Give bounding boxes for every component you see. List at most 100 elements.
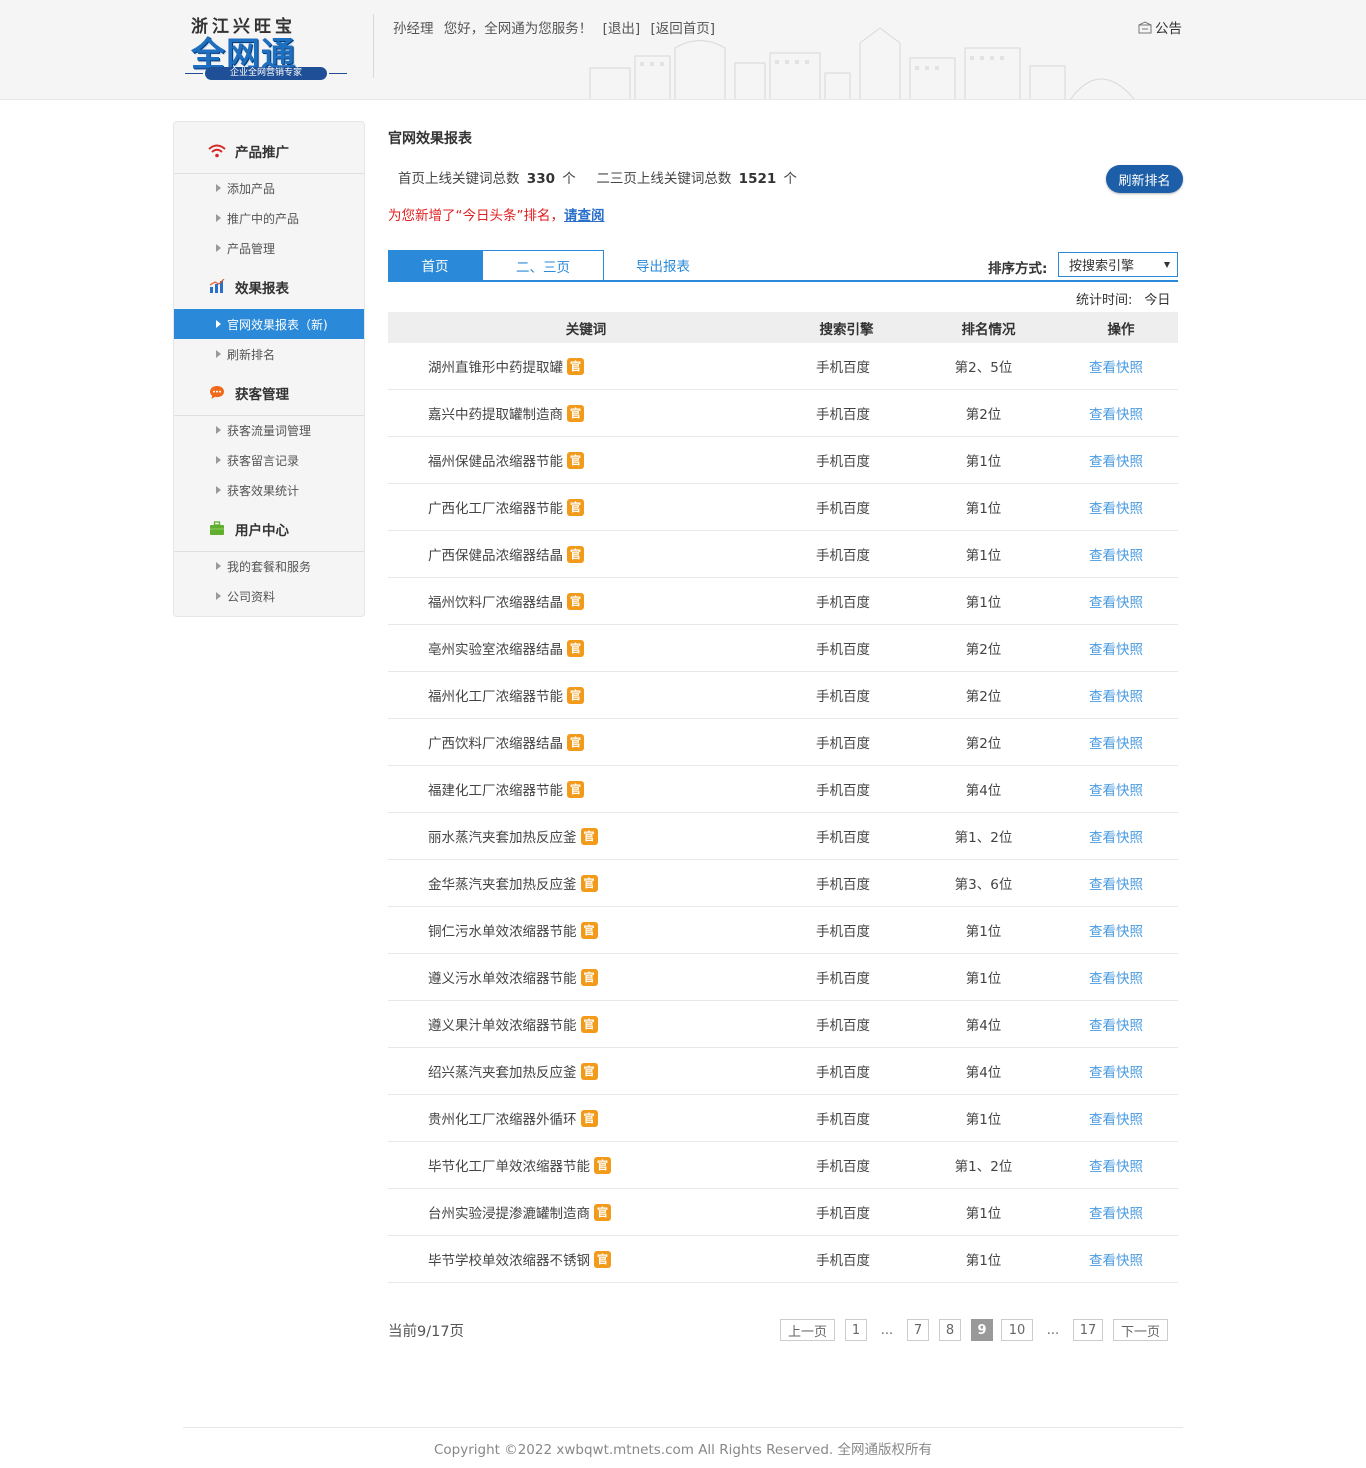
official-badge-icon: 官 <box>567 686 584 704</box>
briefcase-icon <box>207 519 227 539</box>
view-snapshot-link[interactable]: 查看快照 <box>1051 390 1181 436</box>
sidebar-item-add-product[interactable]: 添加产品 <box>174 173 364 203</box>
stat-time-label: 统计时间: <box>1076 293 1133 308</box>
sidebar-item-company-info[interactable]: 公司资料 <box>174 581 364 611</box>
keyword-cell: 嘉兴中药提取罐制造商官 <box>428 390 584 436</box>
sidebar-item-label: 获客留言记录 <box>227 453 300 468</box>
page-button-7[interactable]: 7 <box>907 1319 929 1341</box>
home-link[interactable]: [返回首页] <box>650 21 715 37</box>
keyword-stats: 首页上线关键词总数 330 个 二三页上线关键词总数 1521 个 <box>398 167 797 187</box>
page-button-8[interactable]: 8 <box>939 1319 961 1341</box>
sidebar-item-label: 公司资料 <box>227 589 276 604</box>
keyword-text: 福建化工厂浓缩器节能 <box>428 783 563 799</box>
chart-icon <box>207 277 227 297</box>
keyword-cell: 广西保健品浓缩器结晶官 <box>428 531 584 577</box>
official-badge-icon: 官 <box>580 827 598 845</box>
official-badge-icon: 官 <box>580 921 598 939</box>
view-snapshot-link[interactable]: 查看快照 <box>1051 531 1181 577</box>
keyword-cell: 毕节学校单效浓缩器不锈钢官 <box>428 1236 611 1282</box>
city-skyline-image <box>589 28 1135 99</box>
engine-cell: 手机百度 <box>816 1112 870 1128</box>
sidebar-item-promoting-products[interactable]: 推广中的产品 <box>174 203 364 233</box>
sort-select[interactable]: 按搜索引擎 <box>1058 252 1178 277</box>
view-snapshot-link[interactable]: 查看快照 <box>1051 813 1181 859</box>
rank-cell: 第1位 <box>965 1112 1002 1128</box>
keyword-text: 广西饮料厂浓缩器结晶 <box>428 736 563 752</box>
official-badge-icon: 官 <box>567 545 584 563</box>
footer-divider <box>183 1427 1183 1428</box>
keyword-text: 福州饮料厂浓缩器结晶 <box>428 595 563 611</box>
keyword-cell: 丽水蒸汽夹套加热反应釜官 <box>428 813 598 859</box>
official-badge-icon: 官 <box>567 498 584 516</box>
header-engine: 搜索引擎 <box>819 321 874 338</box>
sidebar-item-packages[interactable]: 我的套餐和服务 <box>174 551 364 581</box>
page-button-current[interactable]: 9 <box>971 1319 993 1341</box>
view-snapshot-link[interactable]: 查看快照 <box>1051 1189 1181 1235</box>
sidebar-item-messages[interactable]: 获客留言记录 <box>174 445 364 475</box>
view-snapshot-link[interactable]: 查看快照 <box>1051 1001 1181 1047</box>
export-report-link[interactable]: 导出报表 <box>618 250 708 280</box>
engine-cell: 手机百度 <box>816 548 870 564</box>
tab-first-page[interactable]: 首页 <box>388 250 482 280</box>
rank-cell: 第2、5位 <box>954 360 1013 376</box>
view-snapshot-link[interactable]: 查看快照 <box>1051 1236 1181 1282</box>
view-snapshot-link[interactable]: 查看快照 <box>1051 343 1181 389</box>
sidebar-item-label: 获客流量词管理 <box>227 423 312 438</box>
table-row: 福州化工厂浓缩器节能官 手机百度 第2位 查看快照 <box>388 672 1178 719</box>
sidebar-item-traffic-keywords[interactable]: 获客流量词管理 <box>174 415 364 445</box>
official-badge-icon: 官 <box>567 592 584 610</box>
rank-cell: 第4位 <box>965 1018 1002 1034</box>
engine-cell: 手机百度 <box>816 736 870 752</box>
view-snapshot-link[interactable]: 查看快照 <box>1051 766 1181 812</box>
view-notice-link[interactable]: 请查阅 <box>564 208 605 224</box>
view-snapshot-link[interactable]: 查看快照 <box>1051 484 1181 530</box>
sidebar-section-customers: 获客管理 <box>174 370 364 416</box>
header-keyword: 关键词 <box>565 321 607 338</box>
keyword-cell: 遵义果汁单效浓缩器节能官 <box>428 1001 598 1047</box>
official-badge-icon: 官 <box>567 404 584 422</box>
page-button-1[interactable]: 1 <box>845 1319 867 1341</box>
page-button-10[interactable]: 10 <box>1001 1319 1033 1341</box>
table-row: 嘉兴中药提取罐制造商官 手机百度 第2位 查看快照 <box>388 390 1178 437</box>
view-snapshot-link[interactable]: 查看快照 <box>1051 578 1181 624</box>
notice-link[interactable]: 公告 <box>1138 17 1182 37</box>
sidebar-section-label: 产品推广 <box>235 144 289 161</box>
keyword-text: 遵义果汁单效浓缩器节能 <box>428 1018 577 1034</box>
official-badge-icon: 官 <box>580 1062 598 1080</box>
keyword-cell: 金华蒸汽夹套加热反应釜官 <box>428 860 598 906</box>
logo[interactable]: 浙江兴旺宝 全网通 企业全网营销专家 <box>183 10 353 82</box>
view-snapshot-link[interactable]: 查看快照 <box>1051 860 1181 906</box>
official-badge-icon: 官 <box>594 1156 611 1174</box>
view-snapshot-link[interactable]: 查看快照 <box>1051 1142 1181 1188</box>
sidebar-item-product-management[interactable]: 产品管理 <box>174 233 364 263</box>
view-snapshot-link[interactable]: 查看快照 <box>1051 719 1181 765</box>
rank-cell: 第1位 <box>965 548 1002 564</box>
first-page-count: 330 <box>526 171 555 187</box>
view-snapshot-link[interactable]: 查看快照 <box>1051 907 1181 953</box>
logout-link[interactable]: [退出] <box>603 21 641 37</box>
view-snapshot-link[interactable]: 查看快照 <box>1051 437 1181 483</box>
keyword-cell: 湖州直锥形中药提取罐官 <box>428 343 584 389</box>
header-rank: 排名情况 <box>961 321 1016 338</box>
view-snapshot-link[interactable]: 查看快照 <box>1051 625 1181 671</box>
keyword-cell: 毕节化工厂单效浓缩器节能官 <box>428 1142 611 1188</box>
next-page-button[interactable]: 下一页 <box>1113 1319 1168 1341</box>
tab-pages-2-3[interactable]: 二、三页 <box>482 250 604 280</box>
sidebar-section-reports: 效果报表 <box>174 264 364 310</box>
sidebar-item-effect-stats[interactable]: 获客效果统计 <box>174 475 364 505</box>
keyword-cell: 绍兴蒸汽夹套加热反应釜官 <box>428 1048 598 1094</box>
view-snapshot-link[interactable]: 查看快照 <box>1051 672 1181 718</box>
table-row: 广西化工厂浓缩器节能官 手机百度 第1位 查看快照 <box>388 484 1178 531</box>
page-button-17[interactable]: 17 <box>1073 1319 1103 1341</box>
view-snapshot-link[interactable]: 查看快照 <box>1051 1048 1181 1094</box>
official-badge-icon: 官 <box>580 1109 598 1127</box>
prev-page-button[interactable]: 上一页 <box>780 1319 835 1341</box>
refresh-rank-button[interactable]: 刷新排名 <box>1106 165 1183 193</box>
view-snapshot-link[interactable]: 查看快照 <box>1051 1095 1181 1141</box>
view-snapshot-link[interactable]: 查看快照 <box>1051 954 1181 1000</box>
sidebar-item-refresh-rank[interactable]: 刷新排名 <box>174 339 364 369</box>
engine-cell: 手机百度 <box>816 924 870 940</box>
greeting: 孙经理 您好，全网通为您服务！ [退出] [返回首页] <box>393 17 721 37</box>
sidebar-item-site-report[interactable]: 官网效果报表（新) <box>174 309 364 339</box>
logo-subtitle: 企业全网营销专家 <box>205 67 327 80</box>
